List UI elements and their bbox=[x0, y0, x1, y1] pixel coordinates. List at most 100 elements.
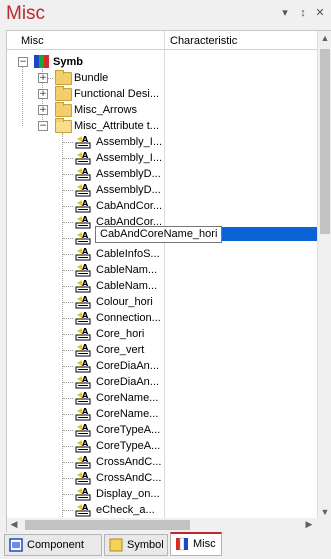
expand-toggle-icon[interactable]: + bbox=[38, 73, 48, 83]
tree-node-label: AssemblyD... bbox=[96, 168, 161, 180]
horizontal-scroll-thumb[interactable] bbox=[25, 520, 190, 530]
symbol-library-icon bbox=[34, 55, 49, 68]
item-tooltip: CabAndCoreName_hori bbox=[95, 226, 223, 243]
tree-node-attribute[interactable]: A CableNam... bbox=[7, 262, 317, 278]
attribute-text-icon: A bbox=[75, 199, 91, 213]
close-icon[interactable]: ✕ bbox=[313, 6, 327, 20]
tree-node-label: CableInfoS... bbox=[96, 248, 160, 260]
tree-node-label: AssemblyD... bbox=[96, 184, 161, 196]
tree-node-attribute[interactable]: A Colour_hori bbox=[7, 294, 317, 310]
scroll-right-icon[interactable]: ▶ bbox=[304, 519, 314, 530]
svg-text:A: A bbox=[82, 375, 89, 384]
tree-node-attribute[interactable]: A AssemblyD... bbox=[7, 166, 317, 182]
tree-node-attribute[interactable]: AeCheck_a... bbox=[7, 502, 317, 518]
tree-node-attribute[interactable]: A CoreName... bbox=[7, 390, 317, 406]
tree-node-symb[interactable]: − Symb bbox=[7, 54, 317, 70]
tree-node-folder[interactable]: − Misc_Attribute t... bbox=[7, 118, 317, 134]
panel-tab-strip: Component Symbol Misc bbox=[0, 532, 331, 559]
tree-node-attribute[interactable]: A CoreDiaAn... bbox=[7, 374, 317, 390]
window-position-icon[interactable]: ▾ bbox=[278, 6, 292, 20]
svg-text:A: A bbox=[82, 311, 89, 320]
svg-text:A: A bbox=[82, 471, 89, 480]
tree-node-label: Bundle bbox=[74, 72, 109, 84]
tree-node-label: Assembly_I... bbox=[96, 152, 163, 164]
tree-node-folder[interactable]: + Bundle bbox=[7, 70, 317, 86]
tree-node-attribute[interactable]: A Connection... bbox=[7, 310, 317, 326]
column-header-characteristic[interactable]: Characteristic bbox=[170, 31, 237, 49]
tab-component[interactable]: Component bbox=[4, 534, 102, 556]
attribute-text-icon: A bbox=[75, 167, 91, 181]
property-tree-grid[interactable]: Misc Characteristic − Symb + Bundle + Fu… bbox=[6, 30, 331, 520]
tree-node-label: CrossAndC... bbox=[96, 472, 162, 484]
tree-node-attribute[interactable]: A CableNam... bbox=[7, 278, 317, 294]
tree-node-label: CoreTypeA... bbox=[96, 424, 161, 436]
scroll-up-icon[interactable]: ▲ bbox=[318, 33, 331, 43]
attribute-text-icon: A bbox=[75, 503, 91, 517]
symbol-icon bbox=[109, 538, 123, 552]
vertical-scroll-thumb[interactable] bbox=[320, 49, 330, 234]
tree-node-label: CableNam... bbox=[96, 264, 158, 276]
svg-text:A: A bbox=[82, 295, 89, 304]
svg-text:A: A bbox=[82, 455, 89, 464]
svg-text:A: A bbox=[82, 407, 89, 416]
attribute-text-icon: A bbox=[75, 439, 91, 453]
tree-node-label: Symb bbox=[53, 56, 83, 68]
tree-node-label: CableNam... bbox=[96, 280, 158, 292]
tree-node-attribute[interactable]: A Assembly_I... bbox=[7, 134, 317, 150]
column-header-misc[interactable]: Misc bbox=[21, 31, 44, 49]
expand-toggle-icon[interactable]: + bbox=[38, 105, 48, 115]
tree-node-attribute[interactable]: A Display_on... bbox=[7, 486, 317, 502]
scroll-left-icon[interactable]: ◀ bbox=[9, 519, 19, 530]
svg-text:A: A bbox=[82, 167, 89, 176]
tree-node-attribute[interactable]: A CrossAndC... bbox=[7, 454, 317, 470]
attribute-text-icon: A bbox=[75, 311, 91, 325]
svg-text:A: A bbox=[82, 215, 89, 224]
scroll-down-icon[interactable]: ▼ bbox=[318, 507, 331, 517]
tree-node-attribute[interactable]: A CrossAndC... bbox=[7, 470, 317, 486]
svg-text:A: A bbox=[82, 503, 89, 512]
svg-text:A: A bbox=[82, 151, 89, 160]
folder-icon bbox=[55, 102, 72, 117]
tree-node-attribute[interactable]: A AssemblyD... bbox=[7, 182, 317, 198]
svg-text:A: A bbox=[82, 359, 89, 368]
collapse-toggle-icon[interactable]: − bbox=[18, 57, 28, 67]
tree-node-attribute[interactable]: A CabAndCor... bbox=[7, 198, 317, 214]
auto-hide-pin-icon[interactable]: ↕ bbox=[296, 6, 310, 20]
attribute-text-icon: A bbox=[75, 327, 91, 341]
tree-node-label: CoreTypeA... bbox=[96, 440, 161, 452]
svg-text:A: A bbox=[82, 487, 89, 496]
svg-text:A: A bbox=[82, 279, 89, 288]
tree-node-label: Core_vert bbox=[96, 344, 145, 356]
attribute-text-icon: A bbox=[75, 487, 91, 501]
expand-toggle-icon[interactable]: + bbox=[38, 89, 48, 99]
tree-node-folder[interactable]: + Functional Desi... bbox=[7, 86, 317, 102]
horizontal-scrollbar[interactable]: ◀ ▶ bbox=[6, 518, 331, 533]
vertical-scrollbar[interactable]: ▲ ▼ bbox=[317, 31, 331, 519]
tab-symbol[interactable]: Symbol bbox=[104, 534, 168, 556]
tree-node-attribute[interactable]: A CoreName... bbox=[7, 406, 317, 422]
tab-misc[interactable]: Misc bbox=[170, 532, 222, 556]
component-icon bbox=[9, 538, 23, 552]
tree-node-label: Core_hori bbox=[96, 328, 145, 340]
tree-node-attribute[interactable]: A CoreTypeA... bbox=[7, 438, 317, 454]
tree-node-attribute[interactable]: A Core_hori bbox=[7, 326, 317, 342]
tree-node-label: eCheck_a... bbox=[96, 504, 155, 516]
svg-text:A: A bbox=[82, 391, 89, 400]
tab-label: Misc bbox=[193, 538, 216, 550]
tab-label: Symbol bbox=[127, 539, 164, 551]
grid-header: Misc Characteristic bbox=[7, 31, 317, 50]
tree-node-attribute[interactable]: A Core_vert bbox=[7, 342, 317, 358]
tree-node-attribute[interactable]: A CoreDiaAn... bbox=[7, 358, 317, 374]
attribute-text-icon: A bbox=[75, 247, 91, 261]
misc-panel: Misc ▾ ↕ ✕ Misc Characteristic − Symb + bbox=[0, 0, 331, 559]
collapse-toggle-icon[interactable]: − bbox=[38, 121, 48, 131]
attribute-text-icon: A bbox=[75, 231, 91, 245]
tree-node-attribute[interactable]: A CableInfoS... bbox=[7, 246, 317, 262]
tree-node-attribute[interactable]: A CoreTypeA... bbox=[7, 422, 317, 438]
tree-node-label: Connection... bbox=[96, 312, 161, 324]
tree-node-folder[interactable]: + Misc_Arrows bbox=[7, 102, 317, 118]
svg-text:A: A bbox=[82, 183, 89, 192]
svg-text:A: A bbox=[82, 327, 89, 336]
attribute-text-icon: A bbox=[75, 391, 91, 405]
tree-node-attribute[interactable]: A Assembly_I... bbox=[7, 150, 317, 166]
